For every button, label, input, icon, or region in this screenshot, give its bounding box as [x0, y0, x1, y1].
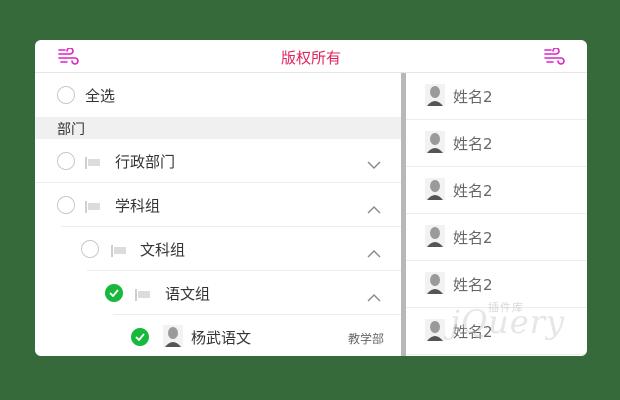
group-icon	[85, 154, 101, 173]
avatar	[425, 225, 445, 251]
tree-node-liberal-arts[interactable]: 文科组	[35, 227, 401, 271]
chevron-up-icon[interactable]	[367, 287, 381, 306]
group-icon	[85, 198, 101, 217]
person-name: 姓名2	[453, 88, 493, 106]
node-checkbox[interactable]	[57, 152, 75, 170]
avatar	[425, 84, 445, 110]
list-item[interactable]: 姓名2	[406, 120, 587, 167]
member-checkbox-checked[interactable]	[131, 328, 149, 346]
header-bar: 版权所有	[35, 40, 587, 73]
node-checkbox[interactable]	[57, 196, 75, 214]
node-checkbox-checked[interactable]	[105, 284, 123, 302]
avatar	[425, 319, 445, 345]
chevron-down-icon[interactable]	[367, 155, 381, 174]
person-name: 姓名2	[453, 229, 493, 247]
node-checkbox[interactable]	[81, 240, 99, 258]
chevron-up-icon[interactable]	[367, 199, 381, 218]
avatar	[425, 272, 445, 298]
section-label: 部门	[57, 122, 85, 138]
tree-node-admin[interactable]: 行政部门	[35, 139, 401, 183]
person-name: 姓名2	[453, 276, 493, 294]
avatar	[163, 325, 183, 351]
group-icon	[111, 242, 127, 261]
node-label: 学科组	[115, 197, 161, 215]
select-all-label: 全选	[85, 87, 116, 105]
select-all-checkbox[interactable]	[57, 86, 75, 104]
avatar	[425, 131, 445, 157]
node-label: 文科组	[140, 241, 186, 259]
watermark: 插件库 jQuery	[450, 301, 565, 341]
wind-icon[interactable]	[543, 47, 565, 70]
node-label: 语文组	[165, 285, 211, 303]
person-name: 姓名2	[453, 135, 493, 153]
list-item[interactable]: 姓名2	[406, 167, 587, 214]
node-label: 行政部门	[115, 153, 176, 171]
list-item[interactable]: 姓名2	[406, 73, 587, 120]
section-header: 部门	[35, 117, 401, 139]
select-all-row[interactable]: 全选	[35, 73, 401, 117]
list-item[interactable]: 姓名2	[406, 214, 587, 261]
avatar	[425, 178, 445, 204]
member-row[interactable]: 杨武语文 教学部	[35, 315, 401, 356]
group-icon	[135, 286, 151, 305]
watermark-sub: 插件库	[488, 301, 524, 314]
person-name: 姓名2	[453, 182, 493, 200]
member-dept: 教学部	[347, 332, 384, 346]
chevron-up-icon[interactable]	[367, 243, 381, 262]
tree-node-chinese[interactable]: 语文组	[35, 271, 401, 315]
tree-node-subject[interactable]: 学科组	[35, 183, 401, 227]
member-name: 杨武语文	[191, 329, 252, 347]
header-title: 版权所有	[280, 49, 341, 67]
tree-pane: 全选 部门 行政部门 学科组 文科组 语文组 杨武语文 教学部	[35, 73, 401, 356]
